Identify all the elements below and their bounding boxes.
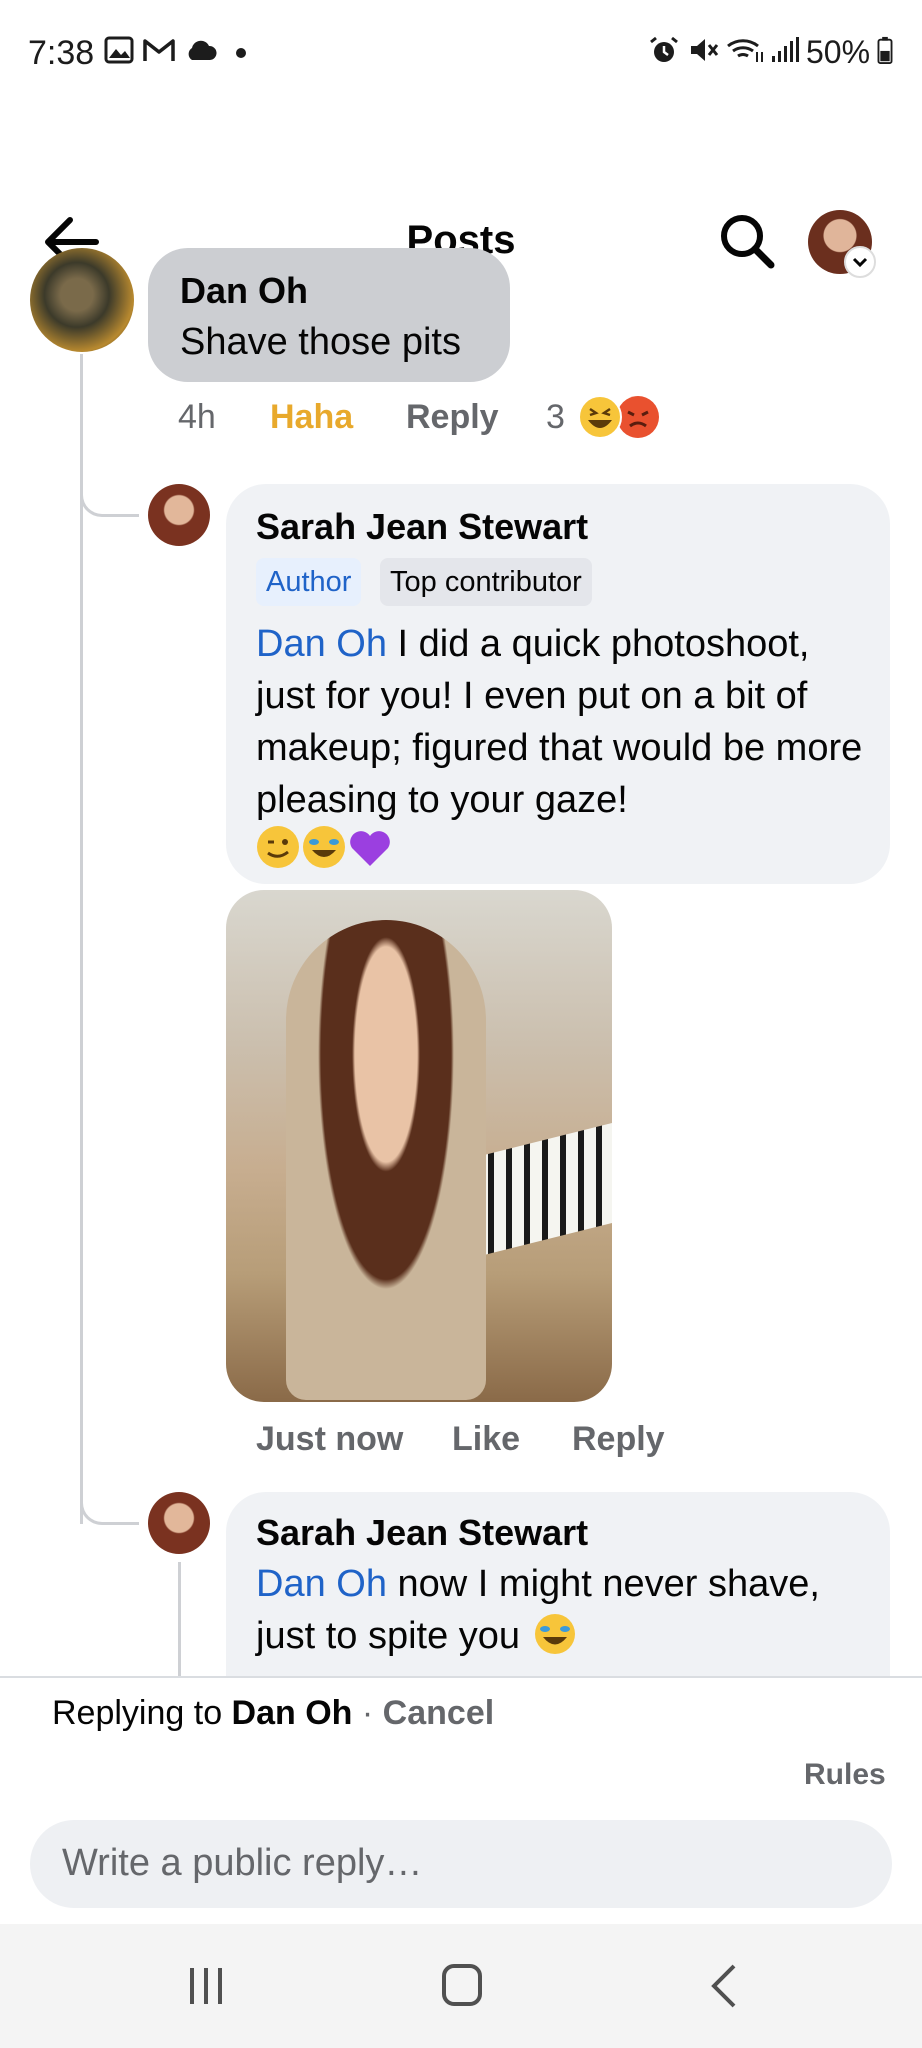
- reply-input[interactable]: Write a public reply…: [30, 1820, 892, 1908]
- chevron-down-icon[interactable]: [844, 246, 876, 278]
- comment-bubble: Sarah Jean Stewart Author Top contributo…: [226, 484, 890, 884]
- comment-author[interactable]: Sarah Jean Stewart: [256, 506, 588, 548]
- cancel-reply-button[interactable]: Cancel: [383, 1694, 495, 1732]
- purple-heart-emoji-icon: [350, 831, 390, 866]
- cloud-icon: [188, 40, 217, 60]
- like-button[interactable]: Like: [452, 1420, 520, 1459]
- top-contributor-badge[interactable]: Top contributor: [380, 558, 592, 606]
- thread-connector: [80, 1486, 139, 1525]
- haha-reaction-button[interactable]: Haha: [270, 398, 353, 437]
- replying-to-label: Replying to Dan Oh · Cancel: [52, 1694, 494, 1733]
- battery-icon: [877, 36, 893, 64]
- comment-time: Just now: [256, 1420, 404, 1458]
- comment-emojis: [256, 822, 406, 872]
- back-nav-icon[interactable]: [706, 1962, 742, 2010]
- reply-target: Dan Oh: [231, 1694, 353, 1732]
- status-bar: 7:38 50%: [0, 0, 922, 100]
- mention-link[interactable]: Dan Oh: [256, 623, 387, 665]
- angry-emoji-icon: [617, 396, 659, 438]
- system-nav-bar: [0, 1924, 922, 2048]
- mute-icon: [691, 39, 719, 61]
- mention-link[interactable]: Dan Oh: [256, 1563, 387, 1605]
- thread-connector: [80, 478, 139, 517]
- home-icon[interactable]: [440, 1962, 484, 2008]
- comment-text: Dan Oh now I might never shave, just to …: [256, 1558, 876, 1662]
- comment-text: Dan Oh I did a quick photoshoot, just fo…: [256, 618, 876, 826]
- separator: ·: [352, 1694, 383, 1732]
- comment-author[interactable]: Sarah Jean Stewart: [256, 1512, 588, 1554]
- thread-line-nested: [178, 1562, 181, 1676]
- replying-prefix: Replying to: [52, 1694, 232, 1732]
- search-icon[interactable]: [718, 212, 776, 270]
- photo-subject: [286, 920, 486, 1400]
- haha-emoji-icon: [578, 395, 622, 439]
- commenter-avatar[interactable]: [148, 1492, 210, 1554]
- recent-apps-icon[interactable]: [184, 1964, 228, 2008]
- app-header: Posts: [0, 100, 922, 278]
- image-icon: [104, 36, 134, 64]
- dot-icon: [236, 48, 246, 58]
- gmail-icon: [143, 39, 175, 61]
- battery-percent: 50%: [806, 34, 871, 70]
- signal-icon: [772, 37, 799, 62]
- comment-text: Shave those pits: [180, 321, 461, 363]
- comment-bubble: Sarah Jean Stewart Dan Oh now I might ne…: [226, 1492, 890, 1676]
- commenter-avatar[interactable]: [148, 484, 210, 546]
- alarm-icon: [650, 36, 678, 62]
- commenter-avatar[interactable]: [30, 248, 134, 352]
- comment-author[interactable]: Dan Oh: [180, 270, 308, 312]
- wink-emoji-icon: [257, 826, 299, 868]
- reaction-count[interactable]: 3: [546, 398, 565, 437]
- reaction-icons[interactable]: [576, 394, 666, 440]
- comment-bubble: Dan Oh Shave those pits: [148, 248, 510, 382]
- rofl-emoji-icon: [534, 1614, 575, 1654]
- reply-composer: Replying to Dan Oh · Cancel Rules: [0, 1676, 922, 1791]
- thread-line-main: [80, 354, 83, 1524]
- attached-photo[interactable]: [226, 890, 612, 1402]
- comment-time: 4h: [178, 398, 216, 436]
- wifi-icon: [727, 39, 763, 62]
- piano-keys: [476, 1123, 612, 1257]
- rules-link[interactable]: Rules: [804, 1758, 886, 1792]
- reply-placeholder: Write a public reply…: [62, 1842, 423, 1884]
- status-time: 7:38: [28, 34, 95, 72]
- reply-button[interactable]: Reply: [406, 398, 499, 437]
- author-badge: Author: [256, 558, 362, 606]
- rofl-emoji-icon: [303, 826, 345, 868]
- reply-button[interactable]: Reply: [572, 1420, 665, 1459]
